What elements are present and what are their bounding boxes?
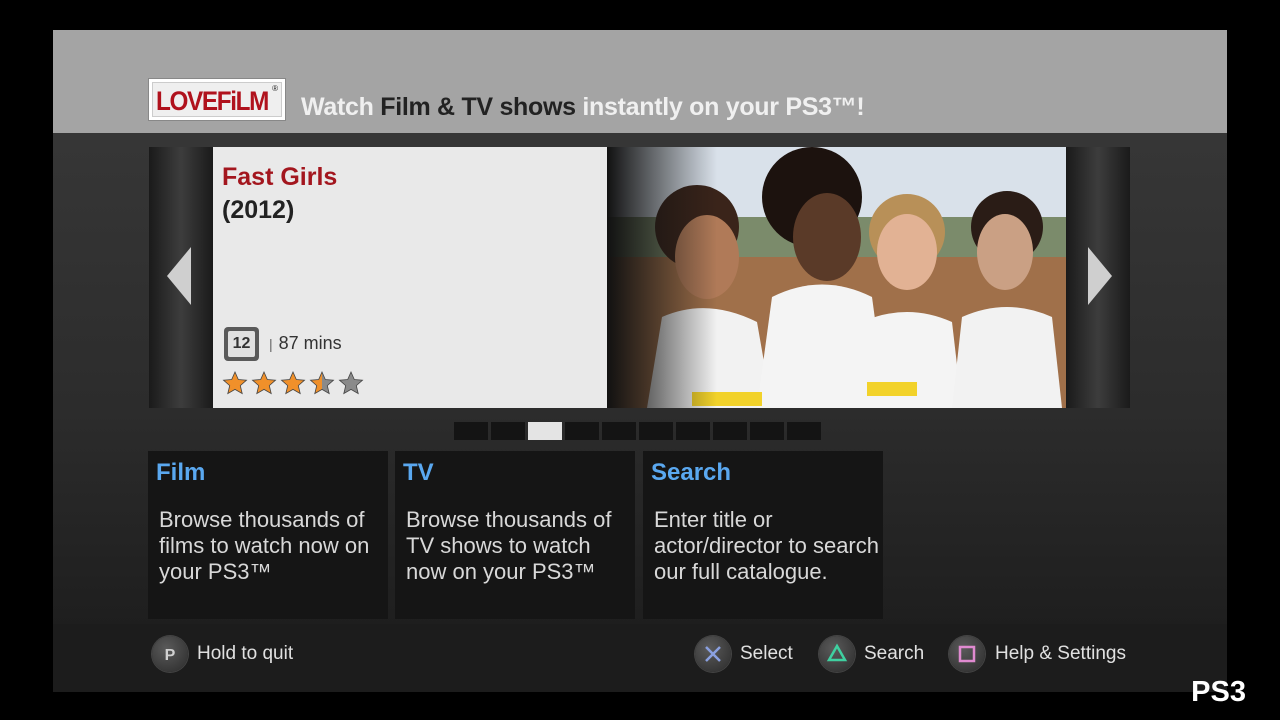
star-icon — [222, 371, 248, 395]
arrow-left-icon — [167, 247, 191, 305]
ps-button-icon[interactable]: P — [152, 636, 188, 672]
star-icon — [280, 371, 306, 395]
featured-still-image — [607, 147, 1066, 408]
age-certificate-badge: 12 — [224, 327, 259, 361]
tile-search-title: Search — [651, 459, 732, 486]
tile-film-description: Browse thousands of films to watch now o… — [159, 507, 370, 584]
star-icon — [338, 371, 364, 395]
carousel-page-dot[interactable] — [676, 422, 710, 440]
square-button-icon[interactable] — [949, 636, 985, 672]
carousel-prev-button[interactable] — [149, 147, 213, 408]
ps3-watermark: PS3 — [1191, 676, 1246, 708]
carousel-page-dot[interactable] — [713, 422, 747, 440]
lovefilm-app-screen: LOVEFiLM ® Watch Film & TV shows instant… — [53, 30, 1227, 692]
tile-film[interactable]: Film Browse thousands of films to watch … — [148, 451, 388, 619]
svg-text:P: P — [165, 647, 176, 664]
runtime-text: | 87 mins — [269, 333, 342, 353]
featured-title: Fast Girls — [222, 163, 338, 191]
tile-tv-title: TV — [403, 459, 434, 486]
star-icon — [309, 371, 335, 395]
lovefilm-logo: LOVEFiLM ® — [149, 79, 285, 120]
carousel-page-dot[interactable] — [750, 422, 784, 440]
header-tagline: Watch Film & TV shows instantly on your … — [301, 93, 865, 121]
select-label: Select — [740, 643, 793, 664]
triangle-button-icon[interactable] — [819, 636, 855, 672]
logo-text: LOVEFiLM — [156, 86, 269, 116]
carousel-page-dot[interactable] — [602, 422, 636, 440]
carousel-next-button[interactable] — [1066, 147, 1130, 408]
search-hint-label: Search — [864, 643, 925, 664]
featured-carousel: Fast Girls (2012) 12 | 87 mins — [149, 147, 1130, 408]
featured-year: (2012) — [222, 196, 295, 224]
certificate-label: 12 — [228, 331, 255, 357]
star-rating — [222, 371, 364, 397]
arrow-right-icon — [1088, 247, 1112, 305]
button-hint-bar: P Hold to quit Select Search Help & Sett… — [53, 624, 1227, 692]
logo-registered-mark: ® — [272, 84, 278, 93]
tile-search[interactable]: Search Enter title or actor/director to … — [643, 451, 883, 619]
carousel-page-dot[interactable] — [787, 422, 821, 440]
carousel-page-dot[interactable] — [528, 422, 562, 440]
tile-tv-description: Browse thousands of TV shows to watch no… — [406, 507, 612, 584]
carousel-page-dot[interactable] — [491, 422, 525, 440]
carousel-page-dot[interactable] — [454, 422, 488, 440]
carousel-page-dot[interactable] — [565, 422, 599, 440]
app-header: LOVEFiLM ® Watch Film & TV shows instant… — [53, 30, 1227, 133]
cross-button-icon[interactable] — [695, 636, 731, 672]
carousel-page-dot[interactable] — [639, 422, 673, 440]
hold-to-quit-label: Hold to quit — [197, 643, 294, 664]
carousel-page-indicator — [454, 422, 821, 440]
tile-tv[interactable]: TV Browse thousands of TV shows to watch… — [395, 451, 635, 619]
help-settings-label: Help & Settings — [995, 643, 1126, 664]
star-icon — [251, 371, 277, 395]
featured-info-panel[interactable]: Fast Girls (2012) 12 | 87 mins — [213, 147, 607, 408]
tile-search-description: Enter title or actor/director to search … — [654, 507, 879, 584]
tile-film-title: Film — [156, 459, 206, 486]
